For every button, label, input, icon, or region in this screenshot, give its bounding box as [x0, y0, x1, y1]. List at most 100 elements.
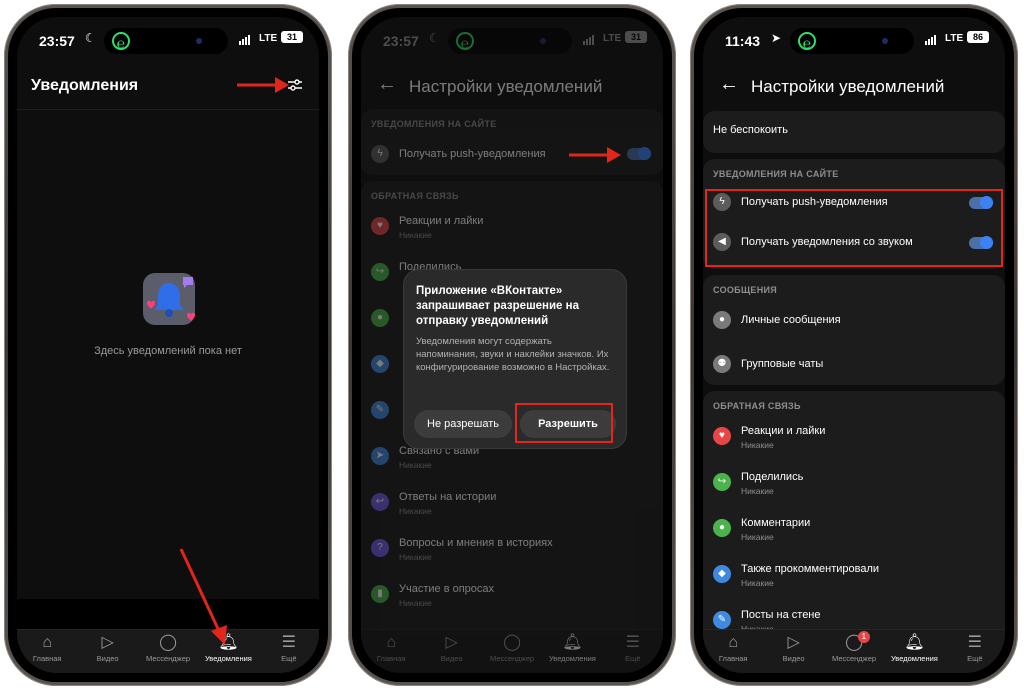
setting-row[interactable]: ♥ Реакции и лайки Никакие [703, 415, 1005, 461]
pencil-icon: ✎ [713, 611, 731, 629]
personal-messages-row[interactable]: ● Личные сообщения [703, 299, 1005, 343]
do-not-disturb-row[interactable]: Не беспокоить [703, 111, 1005, 153]
section-heading: Уведомления на сайте [371, 119, 497, 129]
sound-toggle[interactable] [969, 236, 993, 249]
setting-value: Никакие [399, 460, 432, 470]
setting-label: Вопросы и мнения в историях [399, 537, 553, 549]
allow-button[interactable]: Разрешить [520, 410, 616, 438]
dialog-title: Приложение «ВКонтакте» запрашивает разре… [416, 285, 579, 327]
section-heading: Сообщения [713, 285, 778, 295]
lightning-icon: ϟ [371, 145, 389, 163]
setting-label: Поделились [741, 471, 804, 483]
setting-row[interactable]: ↩ Ответы на истории Никакие [361, 481, 663, 527]
setting-row[interactable]: ● Комментарии Никакие [703, 507, 1005, 553]
bell-icon: 🔔︎ [904, 634, 925, 651]
setting-label: Реакции и лайки [399, 215, 484, 227]
setting-row[interactable]: ◆ Также прокомментировали Никакие [703, 553, 1005, 599]
setting-value: Никакие [399, 552, 432, 562]
phone-frame-2: 23:57 ☾ ℮ LTE 31 ← Настройки уведомлений… [348, 4, 676, 686]
home-icon: ⌂ [42, 634, 53, 651]
sound-notifications-row[interactable]: ◀︎ Получать уведомления со звуком [703, 223, 1005, 263]
comment-icon: ● [371, 309, 389, 327]
tab-video[interactable]: ▷ Видео [77, 630, 137, 673]
menu-icon: ☰ [967, 634, 982, 651]
share-icon: ↪ [713, 473, 731, 491]
tab-messenger[interactable]: ◯ Мессенджер [138, 630, 198, 673]
push-notifications-row[interactable]: ϟ Получать push-уведомления [361, 133, 663, 177]
push-notifications-row[interactable]: ϟ Получать push-уведомления [703, 183, 1005, 223]
vk-activity-icon: ℮ [112, 32, 130, 51]
heart-icon: ♥ [371, 217, 389, 235]
tab-home[interactable]: ⌂ Главная [361, 630, 421, 673]
setting-label: Также прокомментировали [741, 563, 880, 575]
dynamic-island: ℮ [104, 28, 228, 54]
page-title: Уведомления [31, 77, 139, 94]
setting-value: Никакие [399, 598, 432, 608]
compass-icon: ➤ [371, 447, 389, 465]
bell-icon: 🔔︎ [562, 634, 583, 651]
battery-icon: 86 [967, 31, 989, 43]
setting-value: Никакие [741, 440, 774, 450]
back-arrow-icon[interactable]: ← [719, 73, 739, 96]
tab-video[interactable]: ▷ Видео [763, 630, 823, 673]
tab-notifications[interactable]: 🔔︎ Уведомления [198, 630, 258, 673]
dynamic-island: ℮ [790, 28, 914, 54]
comments-icon: ◆ [371, 355, 389, 373]
setting-value: Никакие [399, 230, 432, 240]
tab-more[interactable]: ☰ Ещё [945, 630, 1005, 673]
video-icon: ▷ [787, 634, 800, 651]
deny-button[interactable]: Не разрешать [414, 410, 512, 438]
page-title: Настройки уведомлений [751, 77, 945, 96]
signal-icon [925, 35, 939, 45]
signal-icon [239, 35, 253, 45]
tab-bar: ⌂ Главная ▷ Видео ◯ 1 Мессенджер 🔔︎ Уведомлен… [703, 629, 1005, 673]
group-chats-row[interactable]: ⚉ Групповые чаты [703, 343, 1005, 387]
tab-notifications[interactable]: 🔔︎ Уведомления [542, 630, 602, 673]
tab-more[interactable]: ☰ Ещё [259, 630, 319, 673]
screen-notification-settings-dialog: 23:57 ☾ ℮ LTE 31 ← Настройки уведомлений… [361, 17, 663, 673]
push-toggle[interactable] [627, 147, 651, 160]
screen-notification-settings: 11:43 ➤ ℮ LTE 86 ← Настройки уведомлений… [703, 17, 1005, 673]
tab-home[interactable]: ⌂ Главная [17, 630, 77, 673]
video-icon: ▷ [101, 634, 114, 651]
moon-icon: ☾ [429, 31, 440, 45]
empty-state-text: Здесь уведомлений пока нет [94, 345, 242, 357]
comments-icon: ◆ [713, 565, 731, 583]
tab-messenger[interactable]: ◯ Мессенджер [482, 630, 542, 673]
tab-video[interactable]: ▷ Видео [421, 630, 481, 673]
tab-notifications[interactable]: 🔔︎ Уведомления [884, 630, 944, 673]
setting-label: Комментарии [741, 517, 811, 529]
screen-notifications: 23:57 ☾ ℮ LTE 31 Уведомления Здесь уведо… [17, 17, 319, 673]
status-bar: 11:43 ➤ ℮ LTE 86 [703, 17, 1005, 59]
location-arrow-icon: ➤ [771, 31, 782, 45]
setting-row[interactable]: ♥ Реакции и лайки Никакие [361, 205, 663, 251]
heart-icon: ♥ [713, 427, 731, 445]
tab-home[interactable]: ⌂ Главная [703, 630, 763, 673]
section-heading: Обратная связь [371, 191, 459, 201]
feedback-section: Обратная связь ♥ Реакции и лайки Никакие ↪ П… [703, 391, 1005, 651]
tab-messenger[interactable]: ◯ 1 Мессенджер [824, 630, 884, 673]
setting-row[interactable]: ▮ Участие в опросах Никакие [361, 573, 663, 619]
push-toggle[interactable] [969, 196, 993, 209]
setting-value: Никакие [399, 506, 432, 516]
header: ← Настройки уведомлений [703, 69, 1005, 109]
bell-icon: 🔔︎ [218, 634, 239, 651]
setting-row[interactable]: ? Вопросы и мнения в историях Никакие [361, 527, 663, 573]
tab-more[interactable]: ☰ Ещё [603, 630, 663, 673]
phone-frame-1: 23:57 ☾ ℮ LTE 31 Уведомления Здесь уведо… [4, 4, 332, 686]
phone-frame-3: 11:43 ➤ ℮ LTE 86 ← Настройки уведомлений… [690, 4, 1018, 686]
back-arrow-icon[interactable]: ← [377, 73, 397, 96]
section-heading: Обратная связь [713, 401, 801, 411]
settings-sliders-icon[interactable] [287, 77, 303, 93]
moon-icon: ☾ [85, 31, 96, 45]
setting-label: Посты на стене [741, 609, 821, 621]
dnd-section: Не беспокоить [703, 111, 1005, 153]
reply-icon: ↩ [371, 493, 389, 511]
setting-row[interactable]: ↪ Поделились Никакие [703, 461, 1005, 507]
setting-value: Никакие [741, 532, 774, 542]
tab-bar: ⌂ Главная ▷ Видео ◯ Мессенджер 🔔︎ Уведомлени… [361, 629, 663, 673]
home-icon: ⌂ [386, 634, 397, 651]
setting-value: Никакие [741, 486, 774, 496]
poll-icon: ▮ [371, 585, 389, 603]
bell-illustration-icon [143, 273, 195, 325]
